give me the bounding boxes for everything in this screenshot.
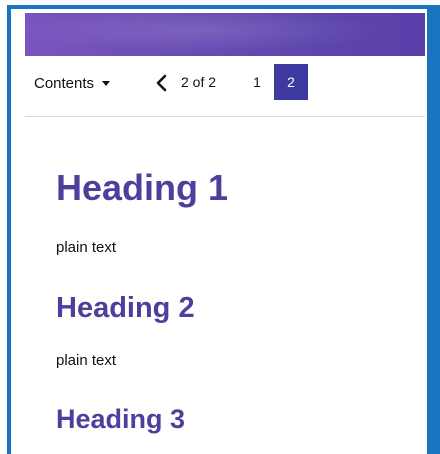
toolbar-divider bbox=[25, 116, 425, 117]
contents-label: Contents bbox=[34, 74, 95, 92]
heading-3: Heading 3 bbox=[56, 404, 186, 434]
page-link-2-active[interactable]: 2 bbox=[274, 64, 308, 100]
paragraph-1: plain text bbox=[56, 239, 117, 256]
window-border-right bbox=[427, 5, 440, 454]
heading-2: Heading 2 bbox=[56, 292, 195, 324]
chevron-left-icon bbox=[156, 74, 167, 92]
page-link-1[interactable]: 1 bbox=[247, 64, 267, 100]
window-border-left bbox=[7, 5, 11, 454]
window-border-top bbox=[7, 5, 440, 9]
caret-down-icon bbox=[102, 80, 111, 86]
paragraph-2: plain text bbox=[56, 352, 117, 369]
reader-window: Contents 2 of 2 1 2 Heading 1 plain text… bbox=[0, 0, 440, 454]
page-link-label: 2 bbox=[287, 74, 295, 90]
heading-1: Heading 1 bbox=[56, 167, 229, 208]
contents-dropdown-button[interactable]: Contents bbox=[34, 71, 111, 95]
header-banner bbox=[25, 13, 425, 56]
page-count: 2 of 2 bbox=[181, 74, 217, 90]
previous-page-button[interactable] bbox=[154, 72, 170, 94]
navigation-toolbar: Contents 2 of 2 1 2 bbox=[25, 64, 425, 102]
page-link-label: 1 bbox=[253, 74, 261, 90]
